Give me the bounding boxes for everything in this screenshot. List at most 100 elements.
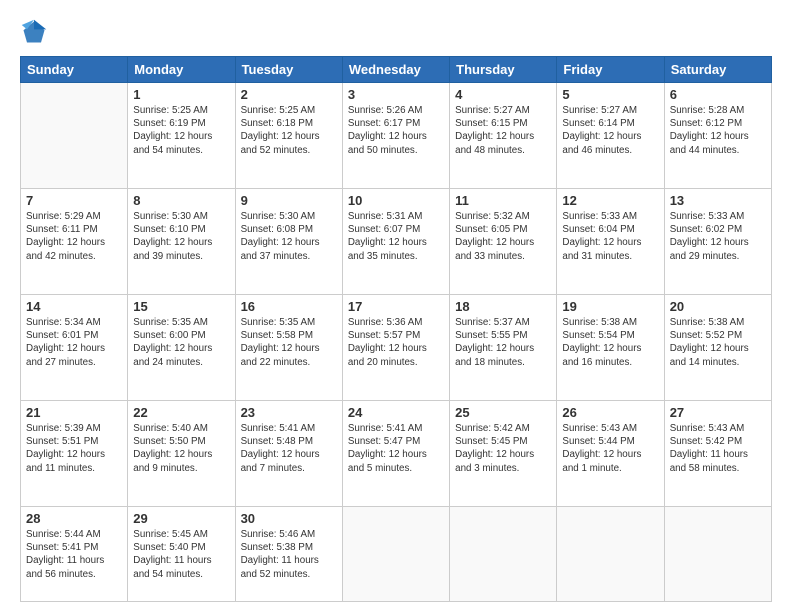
calendar-cell: 12Sunrise: 5:33 AM Sunset: 6:04 PM Dayli… bbox=[557, 188, 664, 294]
day-number: 3 bbox=[348, 87, 444, 102]
cell-info: Sunrise: 5:39 AM Sunset: 5:51 PM Dayligh… bbox=[26, 422, 122, 475]
calendar-cell: 29Sunrise: 5:45 AM Sunset: 5:40 PM Dayli… bbox=[128, 506, 235, 601]
calendar-cell bbox=[664, 506, 771, 601]
cell-info: Sunrise: 5:40 AM Sunset: 5:50 PM Dayligh… bbox=[133, 422, 229, 475]
cell-info: Sunrise: 5:43 AM Sunset: 5:42 PM Dayligh… bbox=[670, 422, 766, 475]
calendar-cell: 30 Sunrise: 5:46 AM Sunset: 5:38 PM Dayli… bbox=[235, 506, 342, 601]
calendar-cell: 24 Sunrise: 5:41 AM Sunset: 5:47 PM Dayli… bbox=[342, 400, 449, 506]
day-number: 9 bbox=[241, 193, 337, 208]
calendar-cell: 13 Sunrise: 5:33 AM Sunset: 6:02 PM Dayli… bbox=[664, 188, 771, 294]
calendar-cell bbox=[557, 506, 664, 601]
weekday-header-monday: Monday bbox=[128, 57, 235, 83]
cell-info: Sunrise: 5:32 AM Sunset: 6:05 PM Dayligh… bbox=[455, 210, 551, 263]
cell-info: Sunrise: 5:34 AM Sunset: 6:01 PM Dayligh… bbox=[26, 316, 122, 369]
calendar-cell: 17 Sunrise: 5:36 AM Sunset: 5:57 PM Dayli… bbox=[342, 294, 449, 400]
calendar-cell: 5Sunrise: 5:27 AM Sunset: 6:14 PM Daylig… bbox=[557, 83, 664, 189]
cell-info: Sunrise: 5:37 AM Sunset: 5:55 PM Dayligh… bbox=[455, 316, 551, 369]
calendar-cell: 21 Sunrise: 5:39 AM Sunset: 5:51 PM Dayli… bbox=[21, 400, 128, 506]
week-row-4: 21 Sunrise: 5:39 AM Sunset: 5:51 PM Dayli… bbox=[21, 400, 772, 506]
day-number: 19 bbox=[562, 299, 658, 314]
weekday-header-friday: Friday bbox=[557, 57, 664, 83]
calendar-cell: 1 Sunrise: 5:25 AM Sunset: 6:19 PM Daylig… bbox=[128, 83, 235, 189]
cell-info: Sunrise: 5:29 AM Sunset: 6:11 PM Dayligh… bbox=[26, 210, 122, 263]
calendar-cell: 9 Sunrise: 5:30 AM Sunset: 6:08 PM Daylig… bbox=[235, 188, 342, 294]
calendar-cell: 11 Sunrise: 5:32 AM Sunset: 6:05 PM Dayli… bbox=[450, 188, 557, 294]
week-row-3: 14Sunrise: 5:34 AM Sunset: 6:01 PM Dayli… bbox=[21, 294, 772, 400]
calendar-cell: 14Sunrise: 5:34 AM Sunset: 6:01 PM Dayli… bbox=[21, 294, 128, 400]
cell-info: Sunrise: 5:46 AM Sunset: 5:38 PM Dayligh… bbox=[241, 528, 337, 581]
cell-info: Sunrise: 5:27 AM Sunset: 6:14 PM Dayligh… bbox=[562, 104, 658, 157]
calendar-cell bbox=[342, 506, 449, 601]
week-row-2: 7Sunrise: 5:29 AM Sunset: 6:11 PM Daylig… bbox=[21, 188, 772, 294]
day-number: 10 bbox=[348, 193, 444, 208]
header bbox=[20, 18, 772, 46]
calendar-cell: 4 Sunrise: 5:27 AM Sunset: 6:15 PM Daylig… bbox=[450, 83, 557, 189]
cell-info: Sunrise: 5:33 AM Sunset: 6:02 PM Dayligh… bbox=[670, 210, 766, 263]
day-number: 27 bbox=[670, 405, 766, 420]
cell-info: Sunrise: 5:38 AM Sunset: 5:52 PM Dayligh… bbox=[670, 316, 766, 369]
cell-info: Sunrise: 5:43 AM Sunset: 5:44 PM Dayligh… bbox=[562, 422, 658, 475]
calendar-cell: 8 Sunrise: 5:30 AM Sunset: 6:10 PM Daylig… bbox=[128, 188, 235, 294]
calendar-cell: 28 Sunrise: 5:44 AM Sunset: 5:41 PM Dayli… bbox=[21, 506, 128, 601]
day-number: 21 bbox=[26, 405, 122, 420]
day-number: 16 bbox=[241, 299, 337, 314]
day-number: 22 bbox=[133, 405, 229, 420]
calendar-table: SundayMondayTuesdayWednesdayThursdayFrid… bbox=[20, 56, 772, 602]
day-number: 17 bbox=[348, 299, 444, 314]
day-number: 24 bbox=[348, 405, 444, 420]
day-number: 23 bbox=[241, 405, 337, 420]
logo-icon bbox=[20, 18, 48, 46]
cell-info: Sunrise: 5:30 AM Sunset: 6:08 PM Dayligh… bbox=[241, 210, 337, 263]
calendar-cell: 7Sunrise: 5:29 AM Sunset: 6:11 PM Daylig… bbox=[21, 188, 128, 294]
day-number: 6 bbox=[670, 87, 766, 102]
day-number: 12 bbox=[562, 193, 658, 208]
cell-info: Sunrise: 5:27 AM Sunset: 6:15 PM Dayligh… bbox=[455, 104, 551, 157]
cell-info: Sunrise: 5:38 AM Sunset: 5:54 PM Dayligh… bbox=[562, 316, 658, 369]
day-number: 29 bbox=[133, 511, 229, 526]
day-number: 18 bbox=[455, 299, 551, 314]
cell-info: Sunrise: 5:31 AM Sunset: 6:07 PM Dayligh… bbox=[348, 210, 444, 263]
calendar-cell: 3 Sunrise: 5:26 AM Sunset: 6:17 PM Daylig… bbox=[342, 83, 449, 189]
calendar-cell: 23 Sunrise: 5:41 AM Sunset: 5:48 PM Dayli… bbox=[235, 400, 342, 506]
weekday-header-sunday: Sunday bbox=[21, 57, 128, 83]
cell-info: Sunrise: 5:41 AM Sunset: 5:48 PM Dayligh… bbox=[241, 422, 337, 475]
day-number: 13 bbox=[670, 193, 766, 208]
day-number: 4 bbox=[455, 87, 551, 102]
calendar-cell: 2 Sunrise: 5:25 AM Sunset: 6:18 PM Daylig… bbox=[235, 83, 342, 189]
week-row-5: 28 Sunrise: 5:44 AM Sunset: 5:41 PM Dayli… bbox=[21, 506, 772, 601]
day-number: 15 bbox=[133, 299, 229, 314]
weekday-header-thursday: Thursday bbox=[450, 57, 557, 83]
day-number: 1 bbox=[133, 87, 229, 102]
day-number: 30 bbox=[241, 511, 337, 526]
day-number: 2 bbox=[241, 87, 337, 102]
weekday-header-wednesday: Wednesday bbox=[342, 57, 449, 83]
cell-info: Sunrise: 5:25 AM Sunset: 6:19 PM Dayligh… bbox=[133, 104, 229, 157]
calendar-cell: 15 Sunrise: 5:35 AM Sunset: 6:00 PM Dayli… bbox=[128, 294, 235, 400]
calendar-cell: 25Sunrise: 5:42 AM Sunset: 5:45 PM Dayli… bbox=[450, 400, 557, 506]
day-number: 11 bbox=[455, 193, 551, 208]
cell-info: Sunrise: 5:28 AM Sunset: 6:12 PM Dayligh… bbox=[670, 104, 766, 157]
calendar-cell: 6 Sunrise: 5:28 AM Sunset: 6:12 PM Daylig… bbox=[664, 83, 771, 189]
day-number: 8 bbox=[133, 193, 229, 208]
week-row-1: 1 Sunrise: 5:25 AM Sunset: 6:19 PM Daylig… bbox=[21, 83, 772, 189]
calendar-cell: 26Sunrise: 5:43 AM Sunset: 5:44 PM Dayli… bbox=[557, 400, 664, 506]
calendar-cell: 20 Sunrise: 5:38 AM Sunset: 5:52 PM Dayli… bbox=[664, 294, 771, 400]
calendar-cell bbox=[21, 83, 128, 189]
cell-info: Sunrise: 5:36 AM Sunset: 5:57 PM Dayligh… bbox=[348, 316, 444, 369]
day-number: 20 bbox=[670, 299, 766, 314]
cell-info: Sunrise: 5:35 AM Sunset: 6:00 PM Dayligh… bbox=[133, 316, 229, 369]
cell-info: Sunrise: 5:26 AM Sunset: 6:17 PM Dayligh… bbox=[348, 104, 444, 157]
day-number: 28 bbox=[26, 511, 122, 526]
cell-info: Sunrise: 5:25 AM Sunset: 6:18 PM Dayligh… bbox=[241, 104, 337, 157]
calendar-cell bbox=[450, 506, 557, 601]
weekday-header-row: SundayMondayTuesdayWednesdayThursdayFrid… bbox=[21, 57, 772, 83]
weekday-header-tuesday: Tuesday bbox=[235, 57, 342, 83]
cell-info: Sunrise: 5:30 AM Sunset: 6:10 PM Dayligh… bbox=[133, 210, 229, 263]
calendar-cell: 19 Sunrise: 5:38 AM Sunset: 5:54 PM Dayli… bbox=[557, 294, 664, 400]
page: SundayMondayTuesdayWednesdayThursdayFrid… bbox=[0, 0, 792, 612]
calendar-cell: 27 Sunrise: 5:43 AM Sunset: 5:42 PM Dayli… bbox=[664, 400, 771, 506]
cell-info: Sunrise: 5:41 AM Sunset: 5:47 PM Dayligh… bbox=[348, 422, 444, 475]
day-number: 25 bbox=[455, 405, 551, 420]
cell-info: Sunrise: 5:44 AM Sunset: 5:41 PM Dayligh… bbox=[26, 528, 122, 581]
cell-info: Sunrise: 5:35 AM Sunset: 5:58 PM Dayligh… bbox=[241, 316, 337, 369]
